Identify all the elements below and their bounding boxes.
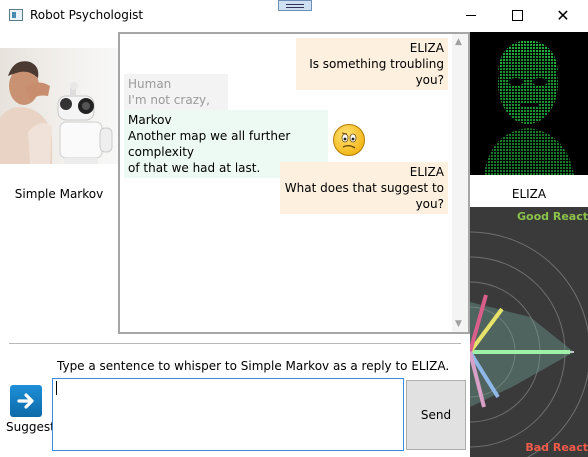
text-cursor: [56, 381, 57, 395]
instruction-text: Type a sentence to whisper to Simple Mar…: [57, 359, 450, 373]
chat-message-eliza: ELIZA Is something troubling you?: [296, 38, 448, 90]
scroll-up-icon[interactable]: ▲: [455, 37, 462, 47]
speaker-name: Markov: [128, 113, 172, 127]
drag-grip-icon[interactable]: [278, 0, 312, 11]
maximize-icon: [511, 9, 523, 21]
minimize-button[interactable]: [448, 0, 494, 31]
reaction-radar-graph: Good React Bad React: [470, 207, 588, 457]
chat-transcript[interactable]: ELIZA Is something troubling you? Human …: [118, 32, 470, 334]
title-bar[interactable]: Robot Psychologist ✕: [0, 0, 588, 32]
window-title: Robot Psychologist: [30, 8, 144, 22]
speaker-name: ELIZA: [409, 41, 444, 55]
scroll-down-icon[interactable]: ▼: [455, 319, 462, 329]
message-text-line-1: Another map we all further complexity: [128, 129, 291, 159]
message-text: What does that suggest to you?: [284, 181, 444, 211]
speaker-name: ELIZA: [409, 165, 444, 179]
right-panel: ELIZA Good React Bad React: [470, 32, 588, 457]
main-content: Simple Markov ELIZA Is something troubli…: [0, 32, 588, 457]
suggest-label[interactable]: Suggest: [6, 420, 55, 434]
minimize-icon: [466, 14, 476, 16]
speaker-name: Human: [128, 77, 172, 91]
chat-scrollbar[interactable]: ▲ ▼: [452, 34, 468, 332]
bad-reaction-label: Bad React: [525, 441, 588, 454]
eliza-label: ELIZA: [511, 187, 547, 201]
matrix-green-face-portrait: [470, 32, 588, 175]
maximize-button[interactable]: [494, 0, 540, 31]
good-reaction-label: Good React: [517, 210, 588, 223]
message-text: Is something troubling you?: [309, 57, 444, 87]
separator: [9, 343, 461, 344]
close-button[interactable]: ✕: [540, 0, 586, 31]
left-bot-label: Simple Markov: [14, 187, 104, 201]
send-button[interactable]: Send: [406, 380, 466, 450]
chat-message-eliza: ELIZA What does that suggest to you?: [280, 162, 448, 214]
close-icon: ✕: [556, 6, 570, 25]
suggest-button[interactable]: [10, 385, 42, 417]
arrow-right-icon: [17, 393, 34, 409]
confused-face-emoji: [333, 124, 365, 156]
man-whispering-to-robot-photo: [0, 48, 118, 164]
whisper-input[interactable]: [52, 378, 404, 451]
window-app-icon: [9, 9, 23, 21]
